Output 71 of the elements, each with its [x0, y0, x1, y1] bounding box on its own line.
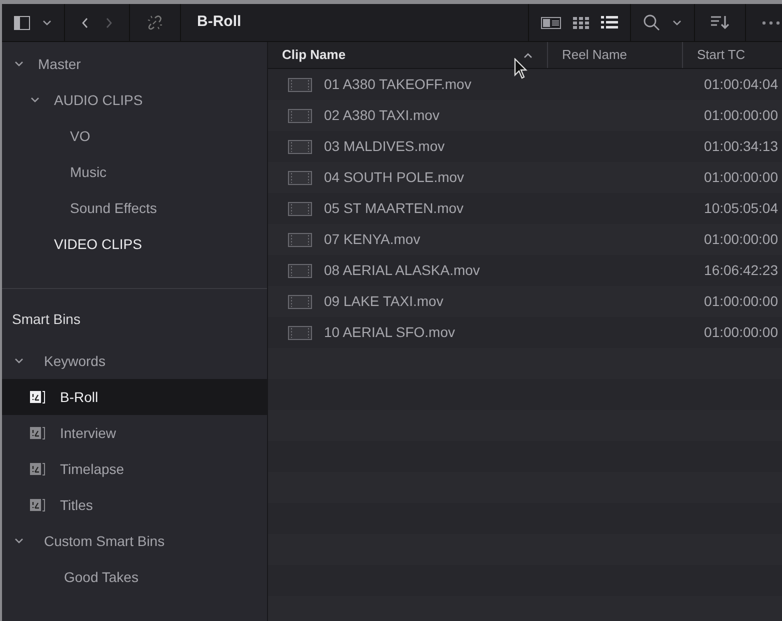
list-view-icon[interactable]: [601, 16, 618, 29]
column-header-cell[interactable]: Start TC: [682, 42, 782, 68]
start-timecode: 01:00:00:00: [704, 292, 778, 311]
smart-bin-group[interactable]: Keywords: [44, 350, 106, 372]
clip-name: 09 LAKE TAXI.mov: [324, 292, 444, 311]
start-timecode: 10:05:05:04: [704, 199, 778, 218]
dropdown-caret-icon[interactable]: [672, 18, 682, 26]
film-clip-icon: [288, 140, 312, 154]
expand-chevron-icon[interactable]: [30, 95, 40, 105]
film-clip-icon: [288, 326, 312, 340]
film-clip-icon: [288, 170, 312, 184]
film-clip-icon: [288, 264, 312, 278]
column-header-cell[interactable]: Reel Name: [547, 42, 682, 68]
clip-name: 05 ST MAARTEN.mov: [324, 199, 464, 218]
clip-name: 02 A380 TAXI.mov: [324, 106, 440, 125]
bin-item[interactable]: Sound Effects: [70, 198, 157, 218]
start-timecode: 01:00:00:00: [704, 106, 778, 125]
more-options-icon[interactable]: [762, 20, 782, 24]
dropdown-caret-icon[interactable]: [42, 18, 52, 26]
film-clip-icon: [288, 108, 312, 122]
smart-bin-item[interactable]: Timelapse: [2, 451, 267, 487]
bin-item[interactable]: Master: [38, 54, 81, 74]
broken-link-icon[interactable]: [146, 14, 164, 32]
bin-title: B-Roll: [196, 12, 242, 32]
bin-item[interactable]: VO: [70, 126, 90, 146]
clip-name: 07 KENYA.mov: [324, 230, 420, 249]
column-header-label: Reel Name: [562, 46, 628, 64]
film-clip-icon: [288, 294, 312, 308]
smart-bin-item[interactable]: Titles: [2, 487, 267, 523]
column-header-cell[interactable]: Clip Name: [268, 42, 547, 68]
section-title: Smart Bins: [11, 310, 82, 328]
clip-name: 01 A380 TAKEOFF.mov: [324, 75, 472, 94]
start-timecode: 01:00:00:00: [704, 230, 778, 249]
clip-name: 10 AERIAL SFO.mov: [324, 323, 455, 342]
film-clip-icon: [288, 232, 312, 246]
expand-chevron-icon[interactable]: [14, 59, 24, 69]
bin-item[interactable]: AUDIO CLIPS: [54, 90, 143, 110]
start-timecode: 01:00:04:04: [704, 75, 778, 94]
bin-item[interactable]: Music: [70, 162, 107, 182]
smart-bin-label: B-Roll: [60, 388, 98, 406]
clip-name: 03 MALDIVES.mov: [324, 137, 445, 156]
start-timecode: 16:06:42:23: [704, 261, 778, 280]
sort-icon[interactable]: [711, 15, 729, 30]
bin-item[interactable]: VIDEO CLIPS: [54, 234, 142, 254]
keyword-bin-icon: [30, 390, 46, 404]
search-icon[interactable]: [643, 14, 660, 31]
smart-bin-label: Titles: [60, 496, 93, 514]
film-clip-icon: [288, 78, 312, 92]
metadata-view-icon[interactable]: [541, 16, 561, 28]
keyword-bin-icon: [30, 498, 46, 512]
smart-bin-label: Good Takes: [64, 568, 138, 586]
smart-bin-label: Interview: [60, 424, 116, 442]
clip-name: 08 AERIAL ALASKA.mov: [324, 261, 480, 280]
smart-bin-group[interactable]: Custom Smart Bins: [44, 530, 165, 552]
keyword-bin-icon: [30, 426, 46, 440]
start-timecode: 01:00:34:13: [704, 137, 778, 156]
keyword-bin-icon: [30, 462, 46, 476]
smart-bin-item[interactable]: Interview: [2, 415, 267, 451]
start-timecode: 01:00:00:00: [704, 323, 778, 342]
thumbnail-view-icon[interactable]: [573, 16, 589, 28]
smart-bin-label: Timelapse: [60, 460, 124, 479]
smart-bin-item[interactable]: B-Roll: [2, 379, 267, 415]
expand-chevron-icon[interactable]: [14, 536, 24, 546]
start-timecode: 01:00:00:00: [704, 168, 778, 187]
smart-bin-item[interactable]: Good Takes: [2, 559, 267, 595]
column-header-label: Start TC: [697, 46, 746, 64]
panel-layout-icon[interactable]: [14, 16, 30, 30]
film-clip-icon: [288, 202, 312, 216]
expand-chevron-icon[interactable]: [14, 356, 24, 366]
clip-name: 04 SOUTH POLE.mov: [324, 168, 464, 187]
column-header-label: Clip Name: [282, 46, 346, 64]
